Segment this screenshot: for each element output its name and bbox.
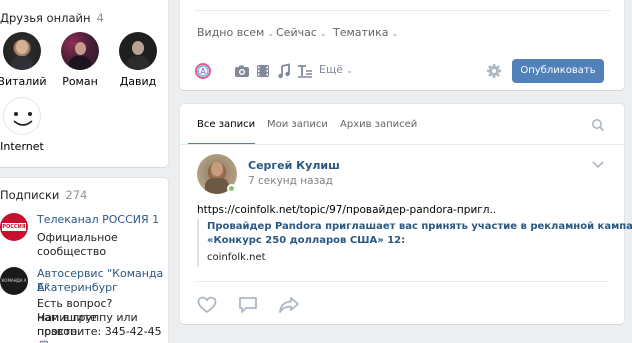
time-dropdown[interactable]: Сейчас ⌄ xyxy=(276,26,327,39)
tab-all-posts[interactable]: Все записи xyxy=(197,119,255,130)
subscriptions-header[interactable]: Подписки 274 xyxy=(0,188,87,202)
avatar[interactable] xyxy=(61,32,99,70)
color-background-icon[interactable]: A xyxy=(195,63,211,79)
music-icon[interactable] xyxy=(276,63,292,79)
komanda-a-logo[interactable]: КОМАНДА А xyxy=(0,267,28,295)
friend-internet[interactable]: Internet xyxy=(0,97,52,153)
photo-icon[interactable] xyxy=(234,63,250,79)
post-time[interactable]: 7 секунд назад xyxy=(248,175,333,187)
snippet-border xyxy=(197,219,199,267)
tab-archive[interactable]: Архив записей xyxy=(340,119,417,130)
friend-vitaly[interactable]: Виталий xyxy=(0,32,52,88)
like-icon[interactable] xyxy=(197,296,217,317)
post-composer: Видно всем ⌄ Сейчас ⌄ Тематика ⌄ A Ещё ⌄ Опу… xyxy=(180,0,624,90)
smiley-icon xyxy=(13,112,33,126)
svg-text:A: A xyxy=(200,67,206,76)
subscriptions-card: Подписки274 РОССИЯ 1 Телеканал РОССИЯ 1 … xyxy=(0,178,168,343)
publish-button[interactable]: Опубликовать xyxy=(512,59,604,83)
tab-my-posts[interactable]: Мои записи xyxy=(267,119,328,130)
russia1-logo[interactable]: РОССИЯ 1 xyxy=(0,213,28,241)
chevron-down-icon: ⌄ xyxy=(391,29,399,38)
comment-icon[interactable] xyxy=(238,296,258,317)
visibility-dropdown[interactable]: Видно всем ⌄ xyxy=(197,26,274,39)
divider xyxy=(197,281,607,282)
avatar[interactable] xyxy=(3,32,41,70)
divider xyxy=(180,144,624,145)
search-icon[interactable] xyxy=(591,118,605,132)
friend-david[interactable]: Давид xyxy=(108,32,168,88)
chevron-down-icon: ⌄ xyxy=(346,66,353,75)
chevron-down-icon: ⌄ xyxy=(319,29,327,38)
topic-dropdown[interactable]: Тематика ⌄ xyxy=(333,26,398,39)
avatar[interactable] xyxy=(119,32,157,70)
snippet-domain[interactable]: coinfolk.net xyxy=(207,252,266,263)
online-indicator xyxy=(227,184,236,193)
snippet-title-line1[interactable]: Провайдер Pandora приглашает вас принять… xyxy=(207,221,632,232)
gear-icon[interactable] xyxy=(486,63,502,79)
chevron-down-icon: ⌄ xyxy=(267,29,275,38)
friend-roman[interactable]: Роман xyxy=(50,32,110,88)
wall-feed: Все записи Мои записи Архив записей Серг… xyxy=(180,104,632,324)
article-icon[interactable] xyxy=(297,63,313,79)
post-author-name[interactable]: Сергей Кулиш xyxy=(248,159,340,172)
post-menu-chevron-icon[interactable] xyxy=(591,160,605,170)
post-link-text[interactable]: https://coinfolk.net/topic/97/провайдер-… xyxy=(197,204,496,216)
friends-online-header[interactable]: Друзья онлайн 4 xyxy=(0,11,104,25)
friends-online-card: Друзья онлайн 4 Виталий Роман Давид Inter… xyxy=(0,0,168,167)
more-tools-dropdown[interactable]: Ещё ⌄ xyxy=(319,63,353,76)
divider xyxy=(194,10,610,11)
snippet-title-line2[interactable]: «Конкурс 250 долларов США» 12: xyxy=(207,235,405,246)
share-icon[interactable] xyxy=(278,296,300,317)
video-icon[interactable] xyxy=(255,63,271,79)
avatar[interactable] xyxy=(3,97,41,135)
